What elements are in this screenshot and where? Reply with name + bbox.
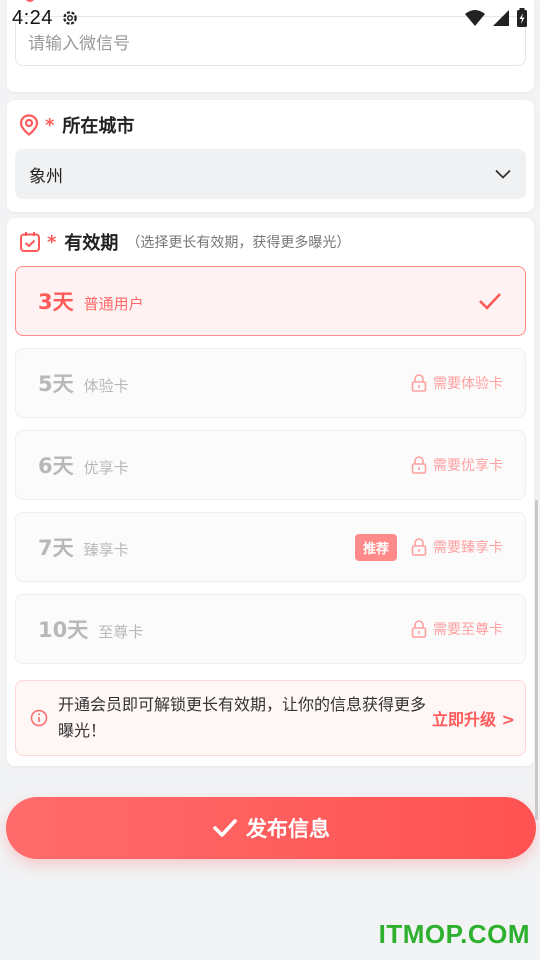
option-days: 6天 (38, 454, 74, 478)
validity-option-10-days[interactable]: 10天 至尊卡 需要至尊卡 (15, 594, 526, 664)
chevron-down-icon (495, 169, 511, 179)
city-field-header: * 所在城市 (19, 112, 134, 138)
lock-text: 需要优享卡 (433, 458, 503, 474)
option-tier: 优享卡 (83, 458, 129, 477)
scrollbar[interactable] (535, 500, 538, 820)
info-icon (30, 709, 48, 727)
option-days: 5天 (38, 372, 74, 396)
option-days: 7天 (38, 536, 74, 560)
validity-hint: （选择更长有效期，获得更多曝光） (126, 235, 351, 251)
calendar-check-icon (20, 232, 40, 252)
option-days: 10天 (38, 618, 89, 642)
validity-option-7-days[interactable]: 7天 臻享卡 推荐 需要臻享卡 (15, 512, 526, 582)
required-mark: * (47, 231, 57, 253)
option-lock: 推荐 需要臻享卡 (354, 533, 503, 561)
location-pin-icon (19, 114, 39, 136)
lock-icon (411, 456, 427, 474)
signal-icon (493, 10, 509, 26)
option-lock: 需要至尊卡 (411, 619, 503, 639)
validity-option-3-days[interactable]: 3天 普通用户 (15, 266, 526, 336)
validity-label: 有效期 (64, 233, 119, 254)
wifi-icon (465, 10, 485, 26)
validity-option-6-days[interactable]: 6天 优享卡 需要优享卡 (15, 430, 526, 500)
upgrade-message: 开通会员即可解锁更长有效期，让你的信息获得更多曝光！ (58, 695, 427, 740)
option-days: 3天 (38, 290, 74, 314)
city-card: * 所在城市 象州 (7, 100, 534, 212)
recommended-badge: 推荐 (354, 533, 397, 561)
option-tier: 体验卡 (83, 376, 129, 395)
lock-text: 需要臻享卡 (433, 540, 503, 556)
lock-text: 需要体验卡 (433, 376, 503, 392)
option-lock: 需要体验卡 (411, 373, 503, 393)
option-tier: 普通用户 (83, 294, 144, 313)
status-bar: 4:24 (0, 0, 540, 36)
checkmark-icon (479, 293, 501, 310)
lock-text: 需要至尊卡 (433, 622, 503, 638)
option-tier: 至尊卡 (98, 622, 144, 641)
validity-field-header: * 有效期 （选择更长有效期，获得更多曝光） (19, 229, 350, 255)
city-select[interactable]: 象州 (15, 149, 526, 199)
lock-icon (411, 374, 427, 392)
lock-icon (411, 538, 427, 556)
lock-icon (411, 620, 427, 638)
upgrade-notice: 开通会员即可解锁更长有效期，让你的信息获得更多曝光！ 立即升级 > (15, 680, 526, 756)
settings-gear-icon (63, 11, 77, 25)
option-lock: 需要优享卡 (411, 455, 503, 475)
checkmark-icon (213, 819, 237, 837)
option-tier: 臻享卡 (83, 540, 129, 559)
validity-card: * 有效期 （选择更长有效期，获得更多曝光） 3天 普通用户 5天 体验卡 需要… (7, 218, 534, 766)
publish-button-label: 发布信息 (246, 817, 330, 841)
site-watermark: ITMOP.COM (378, 919, 530, 949)
battery-icon (517, 8, 527, 27)
required-mark: * (45, 114, 55, 136)
city-label: 所在城市 (62, 116, 135, 137)
validity-option-5-days[interactable]: 5天 体验卡 需要体验卡 (15, 348, 526, 418)
city-value: 象州 (29, 166, 63, 187)
status-time: 4:24 (12, 6, 53, 29)
publish-button[interactable]: 发布信息 (6, 797, 536, 859)
upgrade-now-link[interactable]: 立即升级 > (432, 706, 515, 730)
status-icons (464, 8, 528, 28)
